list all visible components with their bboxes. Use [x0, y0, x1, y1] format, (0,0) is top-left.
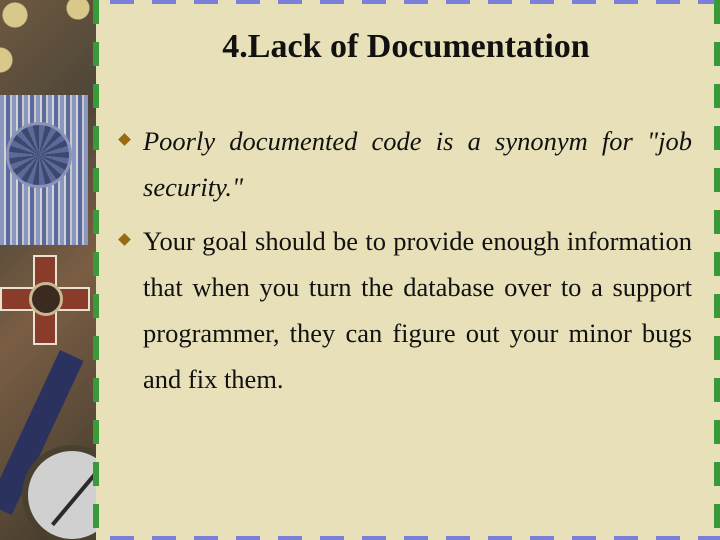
bullet-list: Poorly documented code is a synonym for …	[118, 118, 692, 410]
bullet-item: Poorly documented code is a synonym for …	[118, 118, 692, 210]
medal-photo-strip	[0, 0, 96, 540]
slide: 4.Lack of Documentation Poorly documente…	[0, 0, 720, 540]
diamond-bullet-icon	[118, 233, 131, 246]
cross-center	[29, 282, 63, 316]
bullet-text: Your goal should be to provide enough in…	[143, 226, 692, 394]
bullet-text: Poorly documented code is a synonym for …	[143, 126, 692, 202]
rosette-image	[6, 122, 72, 188]
slide-title: 4.Lack of Documentation	[222, 28, 590, 65]
medal-cross-image	[0, 250, 90, 350]
left-dashed-border	[93, 0, 99, 540]
compass-needle	[50, 469, 96, 527]
top-dashed-border	[100, 0, 720, 4]
diamond-bullet-icon	[118, 133, 131, 146]
right-dashed-border	[714, 0, 720, 540]
bottom-dashed-border	[100, 536, 720, 540]
bullet-item: Your goal should be to provide enough in…	[118, 218, 692, 402]
